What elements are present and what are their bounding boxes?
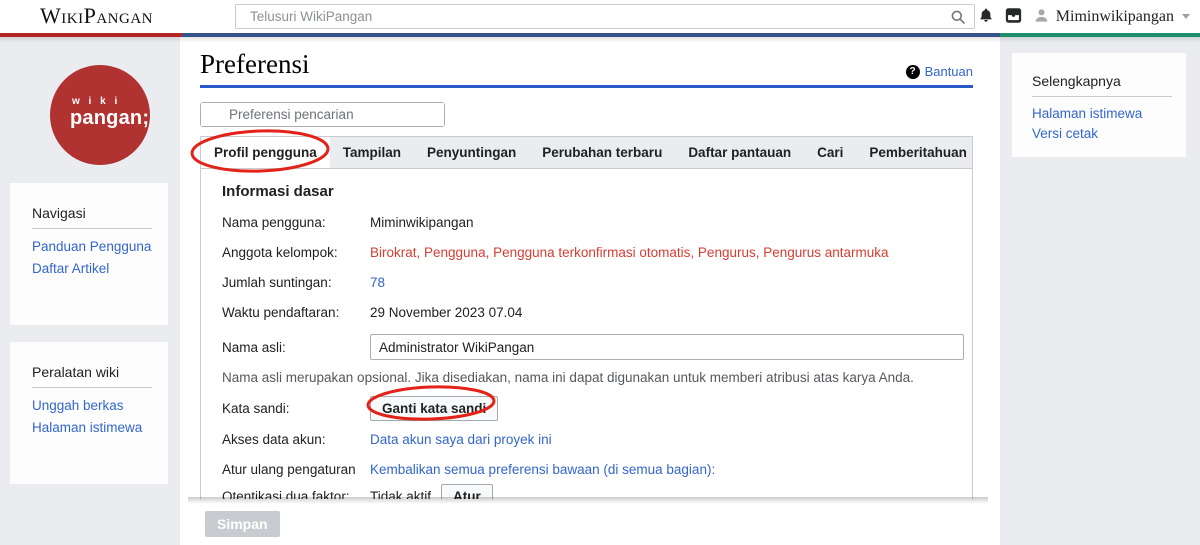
- sidebar-link-halaman-istimewa[interactable]: Halaman istimewa: [1032, 106, 1172, 121]
- page-title: Preferensi: [200, 49, 309, 79]
- sidebar-section-peralatan-wiki: Peralatan wiki Unggah berkas Halaman ist…: [10, 342, 168, 484]
- registration-value: 29 November 2023 07.04: [370, 305, 522, 320]
- real-name-input[interactable]: [370, 334, 964, 360]
- right-sidebar: Selengkapnya Halaman istimewa Versi ceta…: [1000, 37, 1200, 545]
- sidebar-section-title: Selengkapnya: [1032, 73, 1172, 97]
- logo-text-bottom: pangan;: [70, 107, 149, 130]
- tab-cari[interactable]: Cari: [804, 137, 856, 168]
- user-avatar-icon: [1033, 7, 1050, 27]
- page-title-row: Preferensi ? Bantuan: [200, 49, 973, 88]
- user-menu[interactable]: Miminwikipangan: [1033, 7, 1190, 27]
- row-atur-ulang: Atur ulang pengaturan Kembalikan semua p…: [222, 461, 972, 478]
- stripe-blue-segment: [182, 33, 1000, 37]
- username-value: Miminwikipangan: [370, 215, 474, 230]
- stripe-green-segment: [1000, 33, 1200, 37]
- tab-penyuntingan[interactable]: Penyuntingan: [414, 137, 529, 168]
- sidebar-section-title: Peralatan wiki: [32, 364, 152, 388]
- edit-count-link[interactable]: 78: [370, 275, 385, 290]
- site-search-input[interactable]: [236, 5, 974, 28]
- row-jumlah-suntingan: Jumlah suntingan: 78: [222, 274, 972, 291]
- row-anggota-kelompok: Anggota kelompok: Birokrat, Pengguna, Pe…: [222, 244, 972, 261]
- sidebar-link-daftar-artikel[interactable]: Daftar Artikel: [32, 261, 154, 276]
- sidebar-link-panduan-pengguna[interactable]: Panduan Pengguna: [32, 239, 154, 254]
- section-heading: Informasi dasar: [222, 183, 972, 200]
- row-waktu-pendaftaran: Waktu pendaftaran: 29 November 2023 07.0…: [222, 304, 972, 321]
- tab-panel-profil-pengguna: Informasi dasar Nama pengguna: Miminwiki…: [200, 169, 973, 499]
- row-nama-asli: Nama asli:: [222, 334, 972, 360]
- sidebar-link-versi-cetak[interactable]: Versi cetak: [1032, 126, 1172, 141]
- real-name-help-text: Nama asli merupakan opsional. Jika dised…: [222, 370, 962, 385]
- top-header: WikiPangan Miminwikipangan: [0, 0, 1200, 33]
- header-user-area: Miminwikipangan: [978, 0, 1190, 33]
- row-nama-pengguna: Nama pengguna: Miminwikipangan: [222, 214, 972, 231]
- search-icon[interactable]: [950, 9, 966, 28]
- panel-bottom-shadow: [188, 497, 988, 504]
- site-search-box[interactable]: [235, 4, 975, 29]
- row-kata-sandi: Kata sandi: Ganti kata sandi: [222, 396, 972, 421]
- site-logo[interactable]: w i k i pangan;: [50, 65, 150, 165]
- restore-defaults-link[interactable]: Kembalikan semua preferensi bawaan (di s…: [370, 462, 715, 477]
- group-links[interactable]: Birokrat, Pengguna, Pengguna terkonfirma…: [370, 245, 889, 260]
- tab-pemberitahuan[interactable]: Pemberitahuan: [856, 137, 980, 168]
- left-sidebar: w i k i pangan; Navigasi Panduan Penggun…: [0, 37, 180, 545]
- bell-icon[interactable]: [978, 7, 994, 26]
- sidebar-link-halaman-istimewa[interactable]: Halaman istimewa: [32, 420, 154, 435]
- help-icon: ?: [906, 65, 920, 79]
- tab-profil-pengguna[interactable]: Profil pengguna: [201, 137, 330, 168]
- tab-daftar-pantauan[interactable]: Daftar pantauan: [675, 137, 804, 168]
- notices-tray-icon[interactable]: [1005, 7, 1022, 27]
- sidebar-section-navigasi: Navigasi Panduan Pengguna Daftar Artikel: [10, 183, 168, 325]
- site-wordmark[interactable]: WikiPangan: [40, 3, 153, 29]
- preferences-search-input[interactable]: [201, 103, 444, 126]
- preferences-tab-bar: Profil pengguna Tampilan Penyuntingan Pe…: [200, 136, 973, 169]
- row-akses-data-akun: Akses data akun: Data akun saya dari pro…: [222, 431, 972, 448]
- header-shadow: [0, 37, 1200, 43]
- stripe-red-segment: [0, 33, 182, 37]
- sidebar-section-title: Navigasi: [32, 205, 152, 229]
- tab-tampilan[interactable]: Tampilan: [330, 137, 414, 168]
- username-label: Miminwikipangan: [1056, 8, 1174, 26]
- tab-perubahan-terbaru[interactable]: Perubahan terbaru: [529, 137, 675, 168]
- change-password-button[interactable]: Ganti kata sandi: [370, 396, 498, 421]
- sidebar-link-unggah-berkas[interactable]: Unggah berkas: [32, 398, 154, 413]
- logo-text-top: w i k i: [72, 96, 120, 107]
- sidebar-section-selengkapnya: Selengkapnya Halaman istimewa Versi ceta…: [1012, 53, 1186, 157]
- brand-stripe: [0, 33, 1200, 37]
- save-button[interactable]: Simpan: [205, 511, 280, 537]
- help-link[interactable]: ? Bantuan: [906, 64, 973, 79]
- chevron-down-icon: [1182, 14, 1190, 19]
- preferences-search-box[interactable]: [200, 102, 445, 127]
- account-data-link[interactable]: Data akun saya dari proyek ini: [370, 432, 552, 447]
- main-content: Preferensi ? Bantuan Profil pengguna Tam…: [180, 37, 1000, 545]
